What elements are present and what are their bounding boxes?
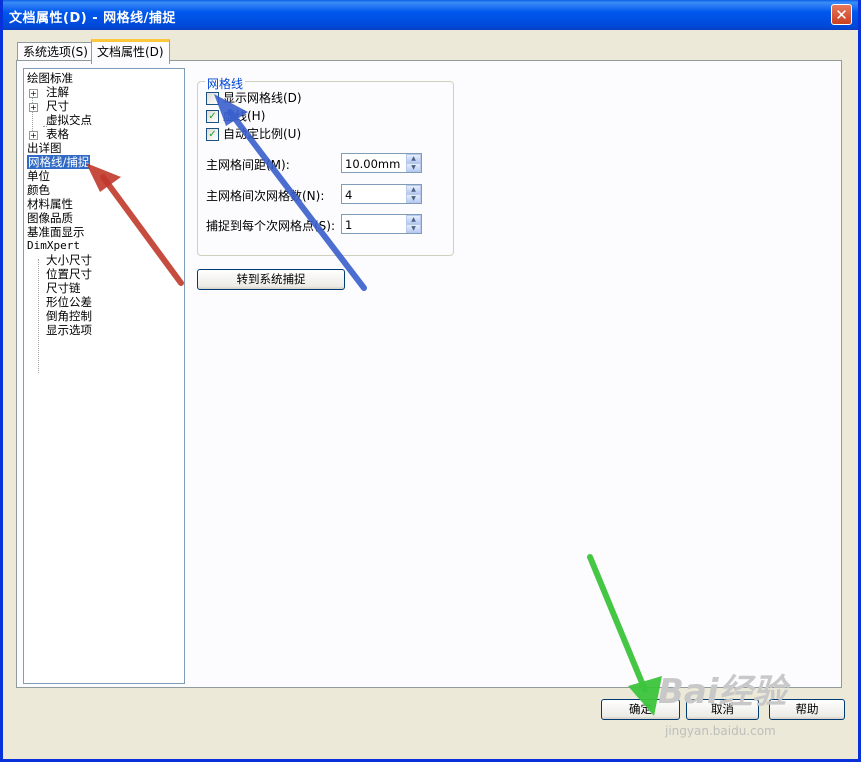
tree-item-grid-snap[interactable]: 网格线/捕捉 (27, 155, 91, 169)
spin-up-icon[interactable]: ▲ (406, 154, 421, 163)
grid-group-legend: 网格线 (205, 75, 246, 92)
major-spacing-label: 主网格间距(M): (206, 158, 290, 172)
minor-lines-value[interactable]: 4 (345, 188, 352, 202)
expand-icon[interactable]: + (29, 89, 38, 98)
spin-down-icon[interactable]: ▼ (406, 163, 421, 172)
snap-points-stepper[interactable]: 1 ▲ ▼ (341, 214, 422, 234)
major-spacing-value[interactable]: 10.00mm (345, 157, 400, 171)
tree-item-material-properties[interactable]: 材料属性 (27, 197, 73, 211)
tree-item-annotations[interactable]: 注解 (46, 85, 69, 99)
tree-item-detailing[interactable]: 出详图 (27, 141, 62, 155)
tree-item-virtual-sharps[interactable]: 虚拟交点 (46, 113, 92, 127)
show-grid-label: 显示网格线(D) (223, 91, 302, 105)
spin-up-icon[interactable]: ▲ (406, 215, 421, 224)
tree-item-dimensions[interactable]: 尺寸 (46, 99, 69, 113)
spin-down-icon[interactable]: ▼ (406, 224, 421, 233)
tree-item-dimxpert[interactable]: DimXpert (27, 239, 80, 253)
tree-item-plane-display[interactable]: 基准面显示 (27, 225, 85, 239)
dashed-checkbox[interactable]: ✓ (206, 110, 219, 123)
tree-item-size-dimension[interactable]: 大小尺寸 (46, 253, 92, 267)
snap-points-label: 捕捉到每个次网格点(S): (206, 219, 336, 233)
tree-item-units[interactable]: 单位 (27, 169, 50, 183)
tree-item-display-options[interactable]: 显示选项 (46, 323, 92, 337)
property-tree[interactable]: 绘图标准 + 注解 + 尺寸 虚拟交点 + 表格 出详图 网格线/捕捉 单位 颜… (23, 68, 185, 684)
watermark-logo: Bai经验 (658, 672, 787, 712)
snap-points-value[interactable]: 1 (345, 218, 352, 232)
checkmark-icon: ✓ (208, 111, 217, 122)
show-grid-checkbox[interactable] (206, 92, 219, 105)
tree-item-colors[interactable]: 颜色 (27, 183, 50, 197)
expand-icon[interactable]: + (29, 131, 38, 140)
tab-document-properties[interactable]: 文档属性(D) (91, 39, 170, 64)
dialog-window: 文档属性(D) - 网格线/捕捉 ✕ 系统选项(S) 文档属性(D) 绘图标准 … (0, 0, 861, 762)
tab-panel: 绘图标准 + 注解 + 尺寸 虚拟交点 + 表格 出详图 网格线/捕捉 单位 颜… (16, 60, 842, 688)
spin-up-icon[interactable]: ▲ (406, 185, 421, 194)
goto-system-snap-button[interactable]: 转到系统捕捉 (197, 269, 345, 290)
auto-scale-label: 自动定比例(U) (223, 127, 302, 141)
tree-item-image-quality[interactable]: 图像品质 (27, 211, 73, 225)
spin-down-icon[interactable]: ▼ (406, 194, 421, 203)
major-spacing-stepper[interactable]: 10.00mm ▲ ▼ (341, 153, 422, 173)
checkmark-icon: ✓ (208, 129, 217, 140)
close-button[interactable]: ✕ (831, 4, 852, 25)
expand-icon[interactable]: + (29, 103, 38, 112)
title-bar[interactable]: 文档属性(D) - 网格线/捕捉 ✕ (3, 0, 858, 30)
tree-item-chain-dimension[interactable]: 尺寸链 (46, 281, 81, 295)
watermark-url: jingyan.baidu.com (665, 724, 776, 738)
minor-lines-label: 主网格间次网格数(N): (206, 189, 325, 203)
tree-item-geometric-tolerance[interactable]: 形位公差 (46, 295, 92, 309)
tree-connector (38, 259, 39, 373)
tree-item-tables[interactable]: 表格 (46, 127, 69, 141)
window-title: 文档属性(D) - 网格线/捕捉 (9, 11, 176, 26)
auto-scale-checkbox[interactable]: ✓ (206, 128, 219, 141)
tree-item-drafting-standard[interactable]: 绘图标准 (27, 71, 73, 85)
tab-system-options[interactable]: 系统选项(S) (17, 42, 94, 61)
tree-item-location-dimension[interactable]: 位置尺寸 (46, 267, 92, 281)
close-icon: ✕ (835, 6, 848, 24)
dashed-label: 虚线(H) (223, 109, 266, 123)
tree-item-chamfer-controls[interactable]: 倒角控制 (46, 309, 92, 323)
minor-lines-stepper[interactable]: 4 ▲ ▼ (341, 184, 422, 204)
